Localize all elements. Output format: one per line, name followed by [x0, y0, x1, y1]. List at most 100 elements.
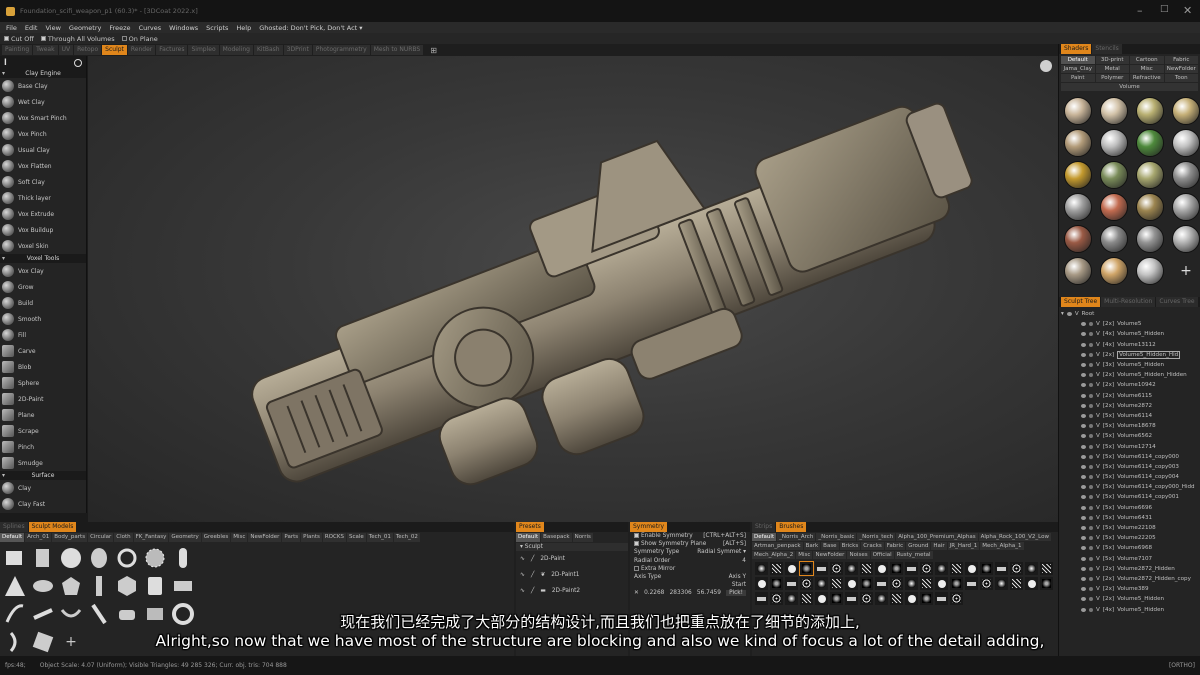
model-category[interactable]: Tech_02 [393, 533, 420, 542]
ghost-icon[interactable] [1089, 526, 1093, 531]
tool-item[interactable]: Build [0, 295, 86, 311]
pick-value-c[interactable]: 56.7459 [697, 590, 721, 596]
brush-alpha[interactable] [875, 577, 888, 590]
shader-ball[interactable] [1136, 97, 1164, 125]
brush-alpha[interactable] [920, 592, 933, 605]
shader-ball[interactable] [1064, 225, 1092, 253]
ghost-icon[interactable] [1089, 454, 1093, 459]
shader-ball[interactable] [1064, 161, 1092, 189]
tool-item[interactable]: Soft Clay [0, 174, 86, 190]
model-category[interactable]: ROCKS [322, 533, 346, 542]
tab-simpleo[interactable]: Simpleo [188, 45, 219, 55]
tab-painting[interactable]: Painting [2, 45, 33, 55]
tree-volume-row[interactable]: V [5x] Volume6114 [1061, 411, 1198, 421]
eye-icon[interactable] [1081, 475, 1086, 480]
model-category[interactable]: FK_Fantasy [133, 533, 169, 542]
brush-alpha[interactable] [965, 577, 978, 590]
model-category[interactable]: Arch_01 [25, 533, 52, 542]
brush-alpha[interactable] [845, 562, 858, 575]
maximize-icon[interactable]: □ [1160, 4, 1169, 14]
model-thumbnail[interactable] [143, 574, 167, 598]
model-category[interactable]: Circular [88, 533, 114, 542]
pick-button[interactable]: Pick! [726, 590, 746, 597]
ghost-icon[interactable] [1089, 434, 1093, 439]
ghost-icon[interactable] [1089, 413, 1093, 418]
tool-item[interactable]: Sphere [0, 375, 86, 391]
menu-view[interactable]: View [45, 24, 60, 32]
shader-category[interactable]: NewFolder [1164, 65, 1198, 73]
ghost-icon[interactable] [1089, 485, 1093, 490]
eye-icon[interactable] [1081, 403, 1086, 408]
brush-alpha[interactable] [800, 577, 813, 590]
tree-volume-row[interactable]: V [4x] Volume5_Hidden [1061, 329, 1198, 339]
tree-volume-row[interactable]: V [5x] Volume6114_copy003 [1061, 462, 1198, 472]
eye-icon[interactable] [1081, 526, 1086, 531]
ghost-icon[interactable] [1089, 475, 1093, 480]
model-category[interactable]: Cloth [114, 533, 133, 542]
brush-alpha[interactable] [785, 592, 798, 605]
tab-kitbash[interactable]: KitBash [253, 45, 283, 55]
model-thumbnail[interactable] [3, 546, 27, 570]
brush-alpha[interactable] [905, 577, 918, 590]
brush-alpha[interactable] [890, 592, 903, 605]
tool-item[interactable]: Blob [0, 359, 86, 375]
brush-alpha[interactable] [920, 562, 933, 575]
tool-item[interactable]: Smudge [0, 455, 86, 471]
symmetry-option-row[interactable]: Extra Mirror [630, 565, 750, 573]
model-thumbnail[interactable] [59, 546, 83, 570]
model-thumbnail[interactable] [171, 574, 195, 598]
tree-volume-row[interactable]: V [2x] Volume5_Hidden_Hidden [1061, 370, 1198, 380]
brush-category[interactable]: Fabric [884, 542, 906, 550]
navigation-gizmo-icon[interactable] [1040, 60, 1052, 72]
tool-item[interactable]: Thick layer [0, 190, 86, 206]
brush-alpha[interactable] [1040, 562, 1053, 575]
shader-ball[interactable] [1064, 193, 1092, 221]
eye-icon[interactable] [1081, 342, 1086, 347]
brush-category[interactable]: Base [821, 542, 839, 550]
minimize-icon[interactable]: – [1137, 4, 1143, 17]
ghost-icon[interactable] [1089, 587, 1093, 592]
tool-group-header[interactable]: Clay Engine [0, 69, 86, 78]
model-thumbnail[interactable] [31, 546, 55, 570]
brush-category[interactable]: NewFolder [813, 551, 847, 559]
shader-ball[interactable] [1100, 193, 1128, 221]
symmetry-option-row[interactable]: Symmetry Type Radial Symmet ▾ [630, 548, 750, 556]
brush-alpha[interactable] [815, 592, 828, 605]
tree-volume-row[interactable]: V [5x] Volume12714 [1061, 441, 1198, 451]
shader-ball[interactable] [1100, 161, 1128, 189]
eye-icon[interactable] [1081, 546, 1086, 551]
eye-icon[interactable] [1081, 454, 1086, 459]
tree-volume-row[interactable]: V [5x] Volume18678 [1061, 421, 1198, 431]
model-category[interactable]: Scale [346, 533, 366, 542]
tab-render[interactable]: Render [127, 45, 156, 55]
brush-alpha[interactable] [830, 592, 843, 605]
shader-category[interactable]: Misc [1130, 65, 1164, 73]
shader-ball[interactable] [1136, 225, 1164, 253]
ghost-icon[interactable] [1089, 373, 1093, 378]
ghost-icon[interactable] [1089, 393, 1093, 398]
brush-alpha[interactable] [1010, 562, 1023, 575]
circle-icon[interactable] [74, 58, 82, 67]
brush-category[interactable]: Rusty_metal [894, 551, 933, 559]
preset-cat-default[interactable]: Default [516, 533, 541, 542]
brush-category[interactable]: Mech_Alpha_1 [980, 542, 1024, 550]
tool-item[interactable]: Clay Fast [0, 496, 86, 512]
brush-alpha[interactable] [770, 562, 783, 575]
brush-alpha[interactable] [860, 562, 873, 575]
shader-ball[interactable] [1100, 257, 1128, 285]
brush-alpha[interactable] [770, 592, 783, 605]
tool-item[interactable]: Fill [0, 327, 86, 343]
tree-volume-row[interactable]: V [2x] Volume10942 [1061, 380, 1198, 390]
tab-sculpt-tree[interactable]: Sculpt Tree [1061, 297, 1101, 307]
brush-alpha[interactable] [755, 577, 768, 590]
preset-item[interactable]: ∿ ╱ ❦ 2D-Paint1 [516, 567, 628, 583]
shader-category[interactable]: Paint [1061, 74, 1095, 82]
shader-ball[interactable] [1064, 129, 1092, 157]
shader-ball[interactable] [1100, 97, 1128, 125]
brush-category[interactable]: Default [752, 533, 777, 541]
shader-ball[interactable] [1064, 97, 1092, 125]
shader-ball[interactable] [1136, 193, 1164, 221]
brush-alpha[interactable] [935, 592, 948, 605]
preset-cat-basepack[interactable]: Basepack [541, 533, 572, 542]
ghost-icon[interactable] [1089, 352, 1093, 357]
